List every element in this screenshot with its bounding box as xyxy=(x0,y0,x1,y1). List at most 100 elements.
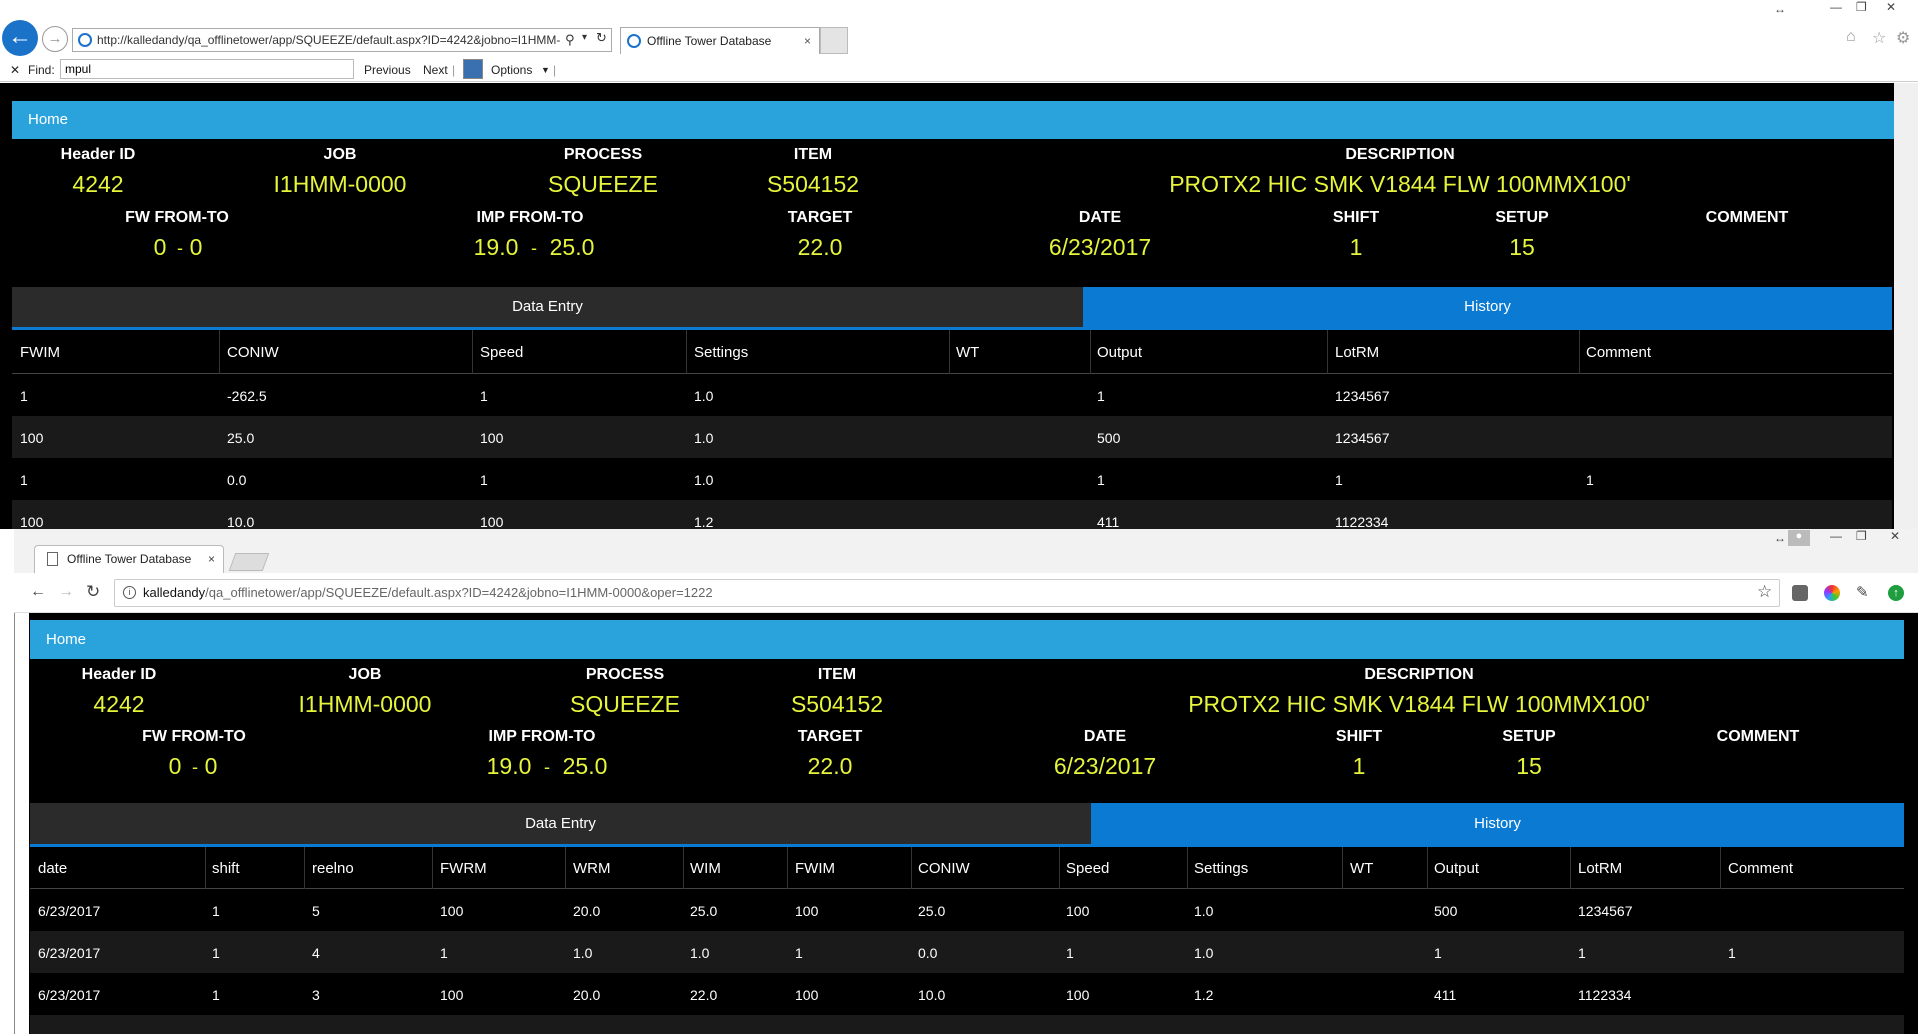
new-tab-button[interactable] xyxy=(820,27,848,54)
bookmark-star-icon[interactable]: ☆ xyxy=(1757,582,1772,602)
close-window-icon[interactable]: ✕ xyxy=(1886,0,1896,14)
cell: -262.5 xyxy=(227,388,267,404)
nav-home-link[interactable]: Home xyxy=(28,111,68,128)
find-close-icon[interactable]: ✕ xyxy=(10,63,20,77)
forward-arrow-icon[interactable]: → xyxy=(58,583,74,601)
minimize-icon[interactable]: — xyxy=(1830,529,1842,543)
find-next-button[interactable]: Next xyxy=(423,63,448,77)
shift-value: 1 xyxy=(1349,234,1363,260)
forward-arrow-icon[interactable]: → xyxy=(42,26,68,52)
col-coniw: CONIW xyxy=(918,860,970,877)
header-id-value: 4242 xyxy=(93,691,145,717)
home-icon[interactable]: ⌂ xyxy=(1846,28,1856,46)
cell: 1 xyxy=(1434,945,1442,961)
back-arrow-icon[interactable]: ← xyxy=(2,20,38,56)
item-value: S504152 xyxy=(790,691,884,717)
column-divider xyxy=(911,847,912,889)
scrollbar[interactable] xyxy=(1894,83,1918,529)
process-label: PROCESS xyxy=(585,666,665,683)
fw-from-value: 0 xyxy=(153,234,167,260)
item-label: ITEM xyxy=(793,146,833,163)
cell: 1 xyxy=(440,945,448,961)
reload-icon[interactable]: ↻ xyxy=(86,582,100,602)
setup-label: SETUP xyxy=(1502,728,1556,745)
close-window-icon[interactable]: ✕ xyxy=(1890,529,1900,543)
cell: 100 xyxy=(1066,987,1090,1003)
table-row[interactable]: 100 10.0 100 1.2 411 1122334 xyxy=(12,500,1892,529)
close-icon[interactable]: × xyxy=(208,546,215,572)
cell: 1 xyxy=(20,472,28,488)
job-value: I1HMM-0000 xyxy=(273,171,407,197)
cell: 1122334 xyxy=(1578,987,1632,1003)
tab-data-entry[interactable]: Data Entry xyxy=(30,803,1091,844)
table-row[interactable]: 1 -262.5 1 1.0 1 1234567 xyxy=(12,374,1892,416)
table-row[interactable]: 1 0.0 1 1.0 1 1 1 xyxy=(12,458,1892,500)
ie-address-bar[interactable]: http://kalledandy/qa_offlinetower/app/SQ… xyxy=(72,28,612,52)
cell: 6/23/2017 xyxy=(38,987,101,1003)
nav-home-link[interactable]: Home xyxy=(46,631,86,648)
color-picker-icon[interactable] xyxy=(1824,585,1840,601)
cell: 1.0 xyxy=(1194,945,1214,961)
col-wt: WT xyxy=(956,344,980,361)
cell: 25.0 xyxy=(227,430,255,446)
imp-dash: - xyxy=(544,757,550,777)
cell: 1.0 xyxy=(690,945,710,961)
update-arrow-icon[interactable]: ↑ xyxy=(1888,585,1904,601)
cell: 500 xyxy=(1434,903,1458,919)
col-shift: shift xyxy=(212,860,240,877)
table-header-row: FWIM CONIW Speed Settings WT Output LotR… xyxy=(12,330,1892,374)
favorites-star-icon[interactable]: ☆ xyxy=(1872,28,1886,48)
new-tab-button[interactable] xyxy=(228,553,270,571)
close-icon[interactable]: × xyxy=(804,28,811,54)
tab-history[interactable]: History xyxy=(1091,803,1904,844)
profile-icon[interactable]: ● xyxy=(1788,530,1810,546)
date-value: 6/23/2017 xyxy=(1053,753,1157,779)
column-divider xyxy=(1427,847,1428,889)
minimize-icon[interactable]: — xyxy=(1830,0,1842,14)
column-divider xyxy=(949,330,950,374)
cell: 411 xyxy=(1097,514,1120,529)
restore-size-icon[interactable]: ↔ xyxy=(1774,2,1786,16)
table-row[interactable]: 6/23/2017 1 4 1 1.0 1.0 1 0.0 1 1.0 1 1 … xyxy=(30,931,1904,973)
description-value: PROTX2 HIC SMK V1844 FLW 100MMX100' xyxy=(1169,171,1631,197)
find-options-button[interactable]: Options xyxy=(491,63,532,77)
chevron-down-icon[interactable]: ▼ xyxy=(541,65,550,75)
resize-icon[interactable]: ↔ xyxy=(1774,531,1786,545)
find-previous-button[interactable]: Previous xyxy=(364,63,411,77)
column-divider xyxy=(205,847,206,889)
column-divider xyxy=(683,847,684,889)
table-row[interactable]: 6/23/2017 1 5 100 20.0 25.0 100 25.0 100… xyxy=(30,889,1904,931)
table-row[interactable]: 6/23/2017 1 3 100 20.0 22.0 100 10.0 100… xyxy=(30,973,1904,1015)
maximize-icon[interactable]: ❐ xyxy=(1856,0,1867,14)
highlight-icon[interactable] xyxy=(463,59,483,79)
gear-icon[interactable]: ⚙ xyxy=(1896,28,1910,48)
search-icon[interactable]: ⚲ xyxy=(565,32,575,48)
chrome-tab[interactable]: Offline Tower Database × xyxy=(34,545,224,573)
maximize-icon[interactable]: ❐ xyxy=(1856,529,1867,543)
cell: 3 xyxy=(312,987,320,1003)
dropdown-icon[interactable]: ▾ xyxy=(582,32,587,43)
separator: | xyxy=(452,63,456,77)
col-output: Output xyxy=(1434,860,1480,877)
cell: 100 xyxy=(480,514,504,529)
imp-to-value: 25.0 xyxy=(562,753,608,779)
ie-tab-title: Offline Tower Database xyxy=(647,34,772,48)
eyedropper-icon[interactable]: ✎ xyxy=(1856,583,1869,601)
refresh-icon[interactable]: ↻ xyxy=(596,30,607,46)
tab-history[interactable]: History xyxy=(1083,287,1892,327)
imp-from-value: 19.0 xyxy=(486,753,532,779)
cell: 100 xyxy=(480,430,504,446)
table-row[interactable]: 100 25.0 100 1.0 500 1234567 xyxy=(12,416,1892,458)
cell: 6/23/2017 xyxy=(38,903,101,919)
cell: 1.0 xyxy=(1194,903,1214,919)
omnibox[interactable]: i kalledandy/qa_offlinetower/app/SQUEEZE… xyxy=(114,579,1780,607)
tab-data-entry[interactable]: Data Entry xyxy=(12,287,1083,327)
ie-tab[interactable]: Offline Tower Database × xyxy=(620,27,820,54)
column-divider xyxy=(304,847,305,889)
find-input[interactable] xyxy=(60,59,354,79)
col-lotrm: LotRM xyxy=(1335,344,1380,361)
back-arrow-icon[interactable]: ← xyxy=(30,583,46,601)
extension-icon[interactable] xyxy=(1792,585,1808,601)
cell: 1 xyxy=(1728,945,1736,961)
cell: 10.0 xyxy=(227,514,255,529)
